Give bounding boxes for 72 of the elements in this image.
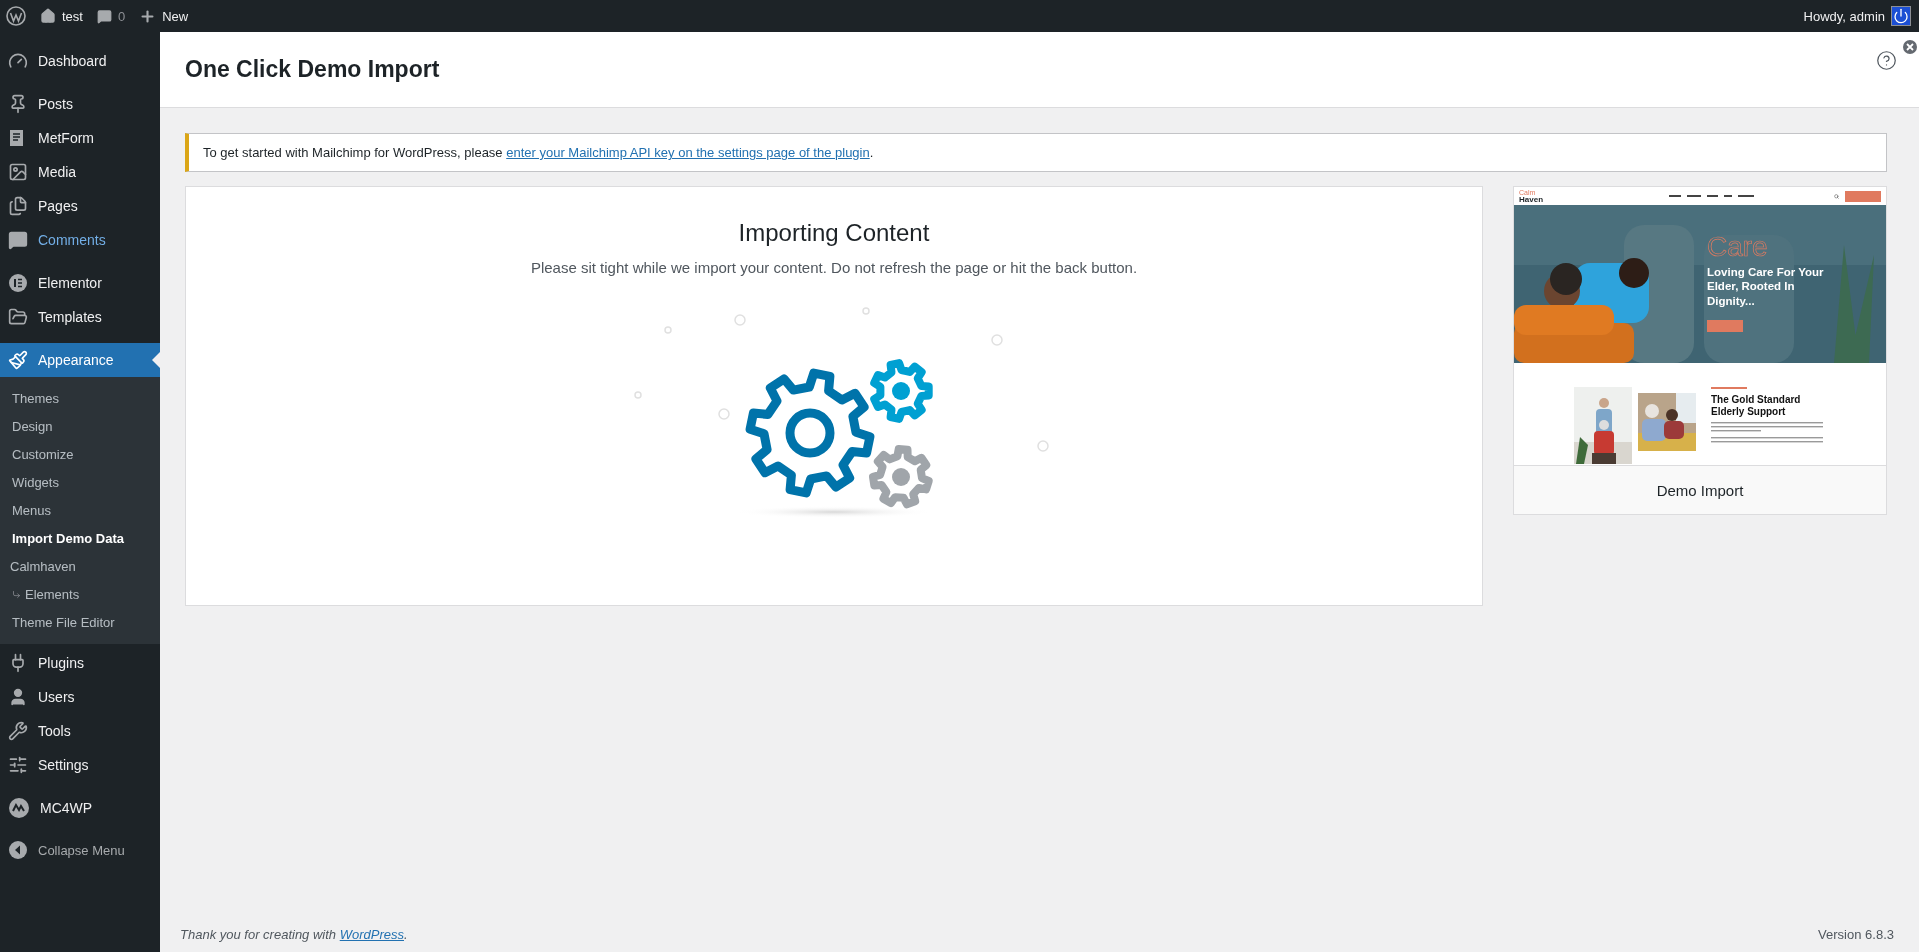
home-icon [40, 8, 56, 24]
menu-item[interactable]: MetForm [0, 121, 160, 155]
submenu-item[interactable]: Customize [0, 440, 160, 468]
account-link[interactable]: Howdy, admin [1803, 6, 1911, 26]
menu-item[interactable]: Comments [0, 223, 160, 257]
submenu-item[interactable]: Themes [0, 384, 160, 412]
help-button[interactable] [1876, 50, 1897, 71]
power-icon [1891, 6, 1911, 26]
version-text: Version 6.8.3 [1818, 927, 1894, 942]
hero-word: Care [1707, 233, 1769, 261]
menu-item[interactable]: Elementor [0, 266, 160, 300]
preview-nav-link [1687, 195, 1701, 197]
demo-name: Demo Import [1655, 480, 1745, 501]
menu-item[interactable]: Templates [0, 300, 160, 334]
pages-icon [8, 196, 28, 216]
help-icon [1876, 50, 1897, 71]
comment-icon [8, 230, 28, 250]
folder-icon [8, 307, 28, 327]
plus-icon [139, 7, 157, 25]
menu-item[interactable]: Media [0, 155, 160, 189]
pin-icon [8, 94, 28, 114]
menu-item[interactable]: Posts [0, 87, 160, 121]
close-button[interactable] [1903, 40, 1917, 54]
preview-nav-link [1738, 195, 1754, 197]
preview-section-title: The Gold Standard Elderly Support [1711, 394, 1802, 417]
wrench-icon [8, 721, 28, 741]
elementor-icon [8, 273, 28, 293]
submenu-item[interactable]: Elements [0, 580, 160, 608]
preview-logo-text: Haven [1519, 195, 1544, 204]
import-title: Importing Content [738, 219, 930, 247]
menu-item[interactable]: Pages [0, 189, 160, 223]
user-icon [8, 687, 28, 707]
submenu-item[interactable]: Menus [0, 496, 160, 524]
collapse-icon [8, 840, 28, 860]
preview-nav-link [1724, 195, 1732, 197]
comment-icon [96, 8, 112, 24]
wordpress-logo-icon[interactable] [6, 6, 26, 26]
submenu-item[interactable]: Widgets [0, 468, 160, 496]
close-icon [1906, 43, 1914, 51]
hero-title: Loving Care For Your Elder, Rooted In Dignity... [1707, 265, 1825, 309]
menu-item[interactable]: Dashboard [0, 44, 160, 78]
submenu-item[interactable]: Theme File Editor [0, 608, 160, 636]
submenu-item[interactable]: Design [0, 412, 160, 440]
menu-item[interactable]: Users [0, 680, 160, 714]
mailchimp-notice: To get started with Mailchimp for WordPress, please enter your Mailchimp API key on the settings page of the plugin. [185, 133, 1887, 172]
footer-credit: Thank you for creating with WordPress. [180, 927, 408, 942]
site-link[interactable]: test [40, 8, 83, 24]
mailchimp-icon [8, 797, 30, 819]
indent-arrow-icon [12, 589, 21, 599]
settings-link[interactable]: enter your Mailchimp API key on the settings page of the plugin [506, 145, 870, 160]
import-message: Please sit tight while we import your content. Do not refresh the page or hit the back button. [530, 259, 1138, 276]
preview-nav-link [1669, 195, 1681, 197]
submenu-item[interactable]: Calmhaven [0, 552, 160, 580]
page-title: One Click Demo Import [185, 56, 440, 83]
wordpress-link[interactable]: WordPress [339, 927, 404, 942]
menu-item[interactable]: Tools [0, 714, 160, 748]
preview-contact-button [1845, 190, 1881, 202]
comments-link[interactable]: 0 [96, 8, 126, 24]
collapse-menu-button[interactable]: Collapse Menu [0, 834, 133, 866]
menu-item[interactable]: Settings [0, 748, 160, 782]
settings-icon [8, 755, 28, 775]
new-link[interactable]: New [139, 7, 189, 25]
paintbrush-icon [8, 350, 28, 370]
menu-item[interactable]: Appearance [0, 343, 160, 377]
menu-item[interactable]: MC4WP [0, 791, 160, 825]
preview-read-more-button [1707, 320, 1743, 333]
dashboard-icon [8, 51, 28, 71]
search-icon [1834, 193, 1839, 199]
media-icon [8, 162, 28, 182]
submenu-item[interactable]: Import Demo Data [0, 524, 160, 552]
menu-item[interactable]: Plugins [0, 646, 160, 680]
preview-nav-link [1707, 195, 1718, 197]
